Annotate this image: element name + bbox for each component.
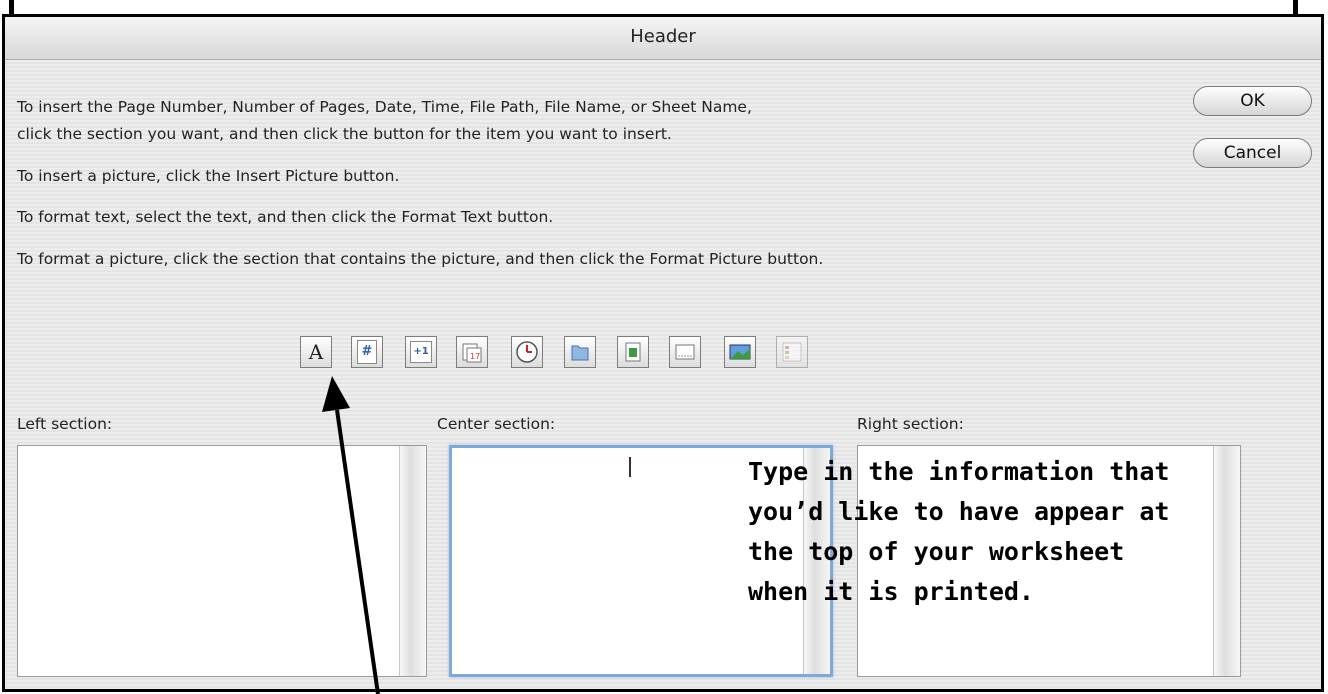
- annotation-line-3: the top of your worksheet: [748, 537, 1125, 566]
- instruction-line-5: To format a picture, click the section t…: [17, 250, 824, 268]
- instruction-line-3: To insert a picture, click the Insert Pi…: [17, 167, 400, 185]
- file-path-button[interactable]: [564, 336, 596, 368]
- sheet-name-button[interactable]: [669, 336, 701, 368]
- number-of-pages-icon: +1: [410, 341, 432, 363]
- ok-button[interactable]: OK: [1193, 86, 1312, 116]
- time-icon: [516, 341, 538, 363]
- text-cursor: [629, 457, 631, 477]
- right-section-label: Right section:: [857, 415, 964, 433]
- cancel-button[interactable]: Cancel: [1193, 138, 1312, 168]
- file-name-button[interactable]: [617, 336, 649, 368]
- insert-picture-button[interactable]: [724, 336, 756, 368]
- insert-picture-icon: [729, 344, 751, 360]
- date-icon: 17: [462, 343, 482, 363]
- time-button[interactable]: [511, 336, 543, 368]
- annotation-callout: Type in the information that you’d like …: [748, 452, 1318, 612]
- sheet-name-icon: [675, 344, 695, 360]
- format-picture-icon: [782, 342, 802, 362]
- annotation-line-1: Type in the information that: [748, 457, 1170, 486]
- left-section-label: Left section:: [17, 415, 113, 433]
- instruction-line-2: click the section you want, and then cli…: [17, 125, 672, 143]
- format-picture-button[interactable]: [776, 336, 808, 368]
- instruction-line-4: To format text, select the text, and the…: [17, 208, 554, 226]
- center-section-label: Center section:: [437, 415, 556, 433]
- page-number-button[interactable]: #: [351, 336, 383, 368]
- format-text-button[interactable]: A: [300, 336, 332, 368]
- file-path-icon: [571, 345, 589, 361]
- file-name-icon: [625, 342, 641, 362]
- annotation-line-2: you’d like to have appear at: [748, 497, 1170, 526]
- annotation-line-4: when it is printed.: [748, 577, 1034, 606]
- date-button[interactable]: 17: [456, 336, 488, 368]
- number-of-pages-button[interactable]: +1: [405, 336, 437, 368]
- left-section-scrollbar[interactable]: [399, 446, 426, 676]
- svg-text:17: 17: [470, 352, 480, 361]
- format-text-icon: A: [308, 340, 324, 364]
- dialog-title: Header: [5, 17, 1321, 60]
- instruction-line-1: To insert the Page Number, Number of Pag…: [17, 98, 752, 116]
- left-section-input[interactable]: [17, 445, 427, 677]
- page-number-icon: #: [357, 340, 377, 364]
